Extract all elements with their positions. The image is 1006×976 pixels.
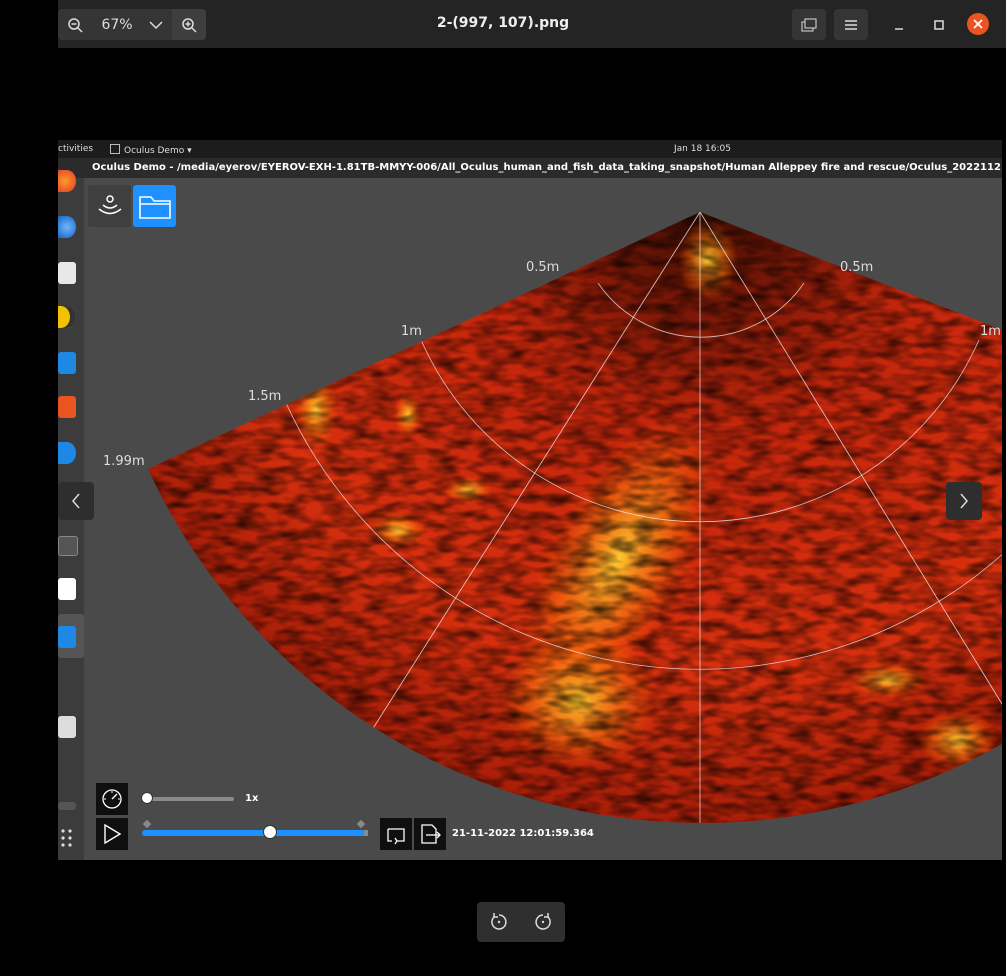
playback-timestamp: 21-11-2022 12:01:59.364: [452, 828, 594, 839]
range-label: 1m: [401, 324, 422, 339]
maximize-icon: [934, 20, 944, 30]
minimize-button[interactable]: [888, 14, 910, 36]
previous-image-button[interactable]: [58, 482, 94, 520]
export-button[interactable]: [414, 818, 446, 850]
window-icon: [801, 18, 817, 31]
speed-slider-handle[interactable]: [141, 792, 153, 804]
minimize-icon: [895, 28, 903, 30]
range-label: 0.5m: [840, 260, 874, 275]
rotate-left-icon: [491, 913, 507, 930]
next-image-button[interactable]: [946, 482, 982, 520]
playback-slider-handle[interactable]: [263, 825, 277, 839]
hamburger-icon: [845, 19, 857, 30]
playback-slider[interactable]: [142, 819, 368, 839]
loop-icon: [387, 828, 405, 845]
speed-button[interactable]: [96, 783, 128, 815]
rotate-left-button[interactable]: [489, 912, 509, 932]
range-label: 1.5m: [248, 389, 282, 404]
export-icon: [421, 824, 441, 844]
sonar-image: [148, 212, 1002, 824]
speed-label: 1x: [245, 793, 259, 804]
playback-slider-end: [364, 830, 368, 836]
displayed-image: ctivities Oculus Demo ▾ Jan 18 16:05 Ocu…: [58, 140, 1002, 860]
close-button[interactable]: [967, 13, 989, 35]
play-icon: [104, 823, 122, 845]
rotate-controls: [477, 902, 565, 942]
range-label: 1.99m: [103, 454, 145, 469]
range-label: 1m: [980, 324, 1001, 339]
close-icon: [973, 19, 983, 29]
rotate-right-button[interactable]: [533, 912, 553, 932]
main-menu-button[interactable]: [834, 9, 868, 40]
chevron-right-icon: [960, 493, 968, 509]
rotate-right-icon: [535, 913, 551, 930]
chevron-left-icon: [72, 493, 80, 509]
speedometer-icon: [102, 789, 122, 809]
speed-slider[interactable]: [141, 792, 234, 804]
open-with-button[interactable]: [792, 9, 826, 40]
maximize-button[interactable]: [928, 14, 950, 36]
play-button[interactable]: [96, 818, 128, 850]
loop-button[interactable]: [380, 818, 412, 850]
range-label: 0.5m: [526, 260, 560, 275]
